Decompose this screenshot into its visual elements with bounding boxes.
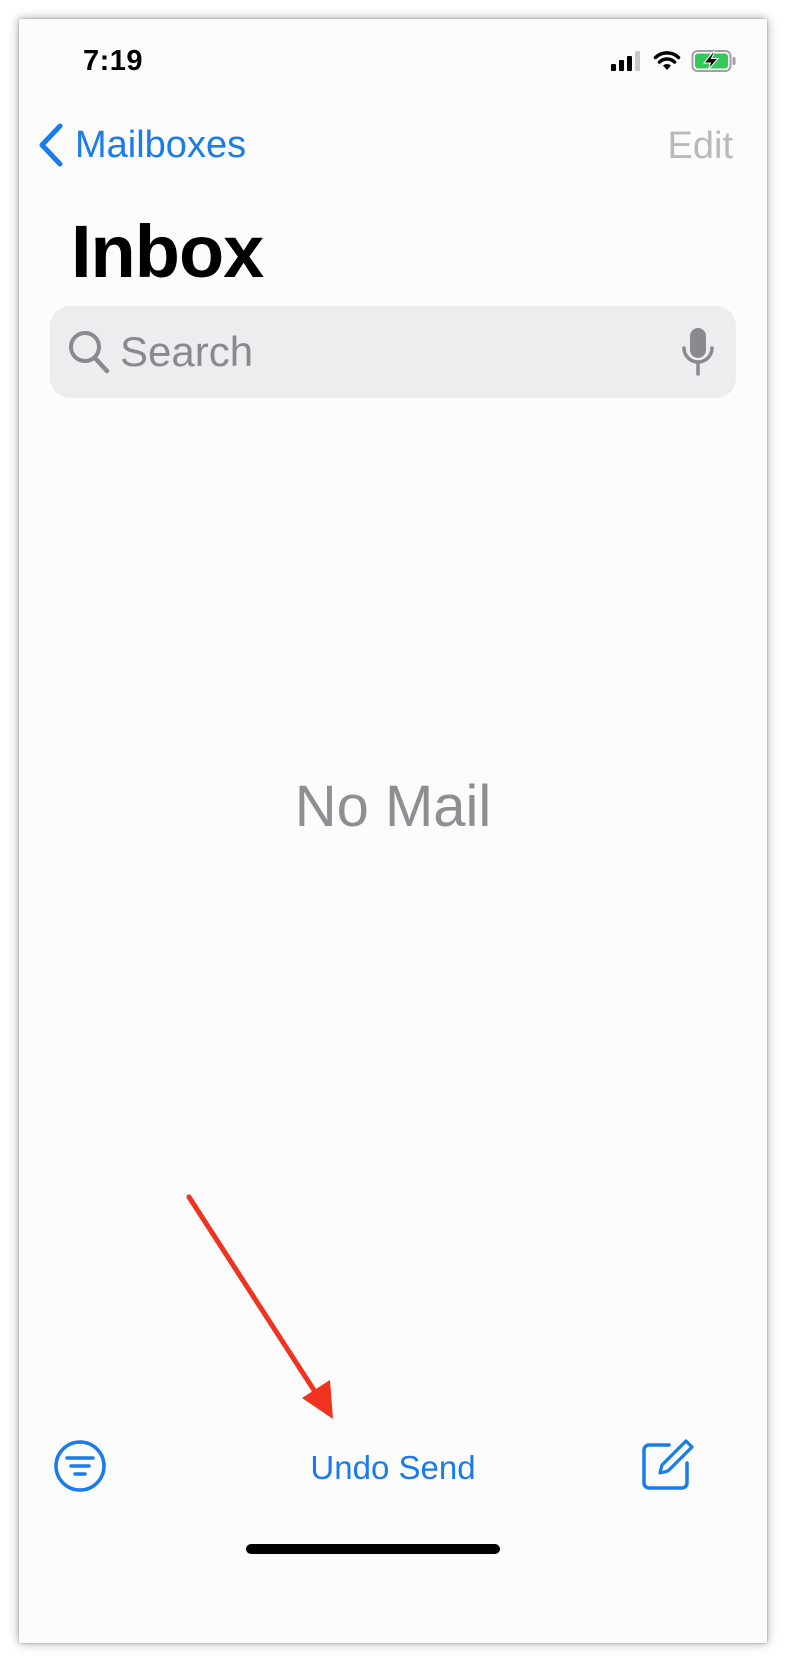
annotation-arrow (186, 1194, 333, 1419)
battery-charging-icon (691, 50, 736, 72)
chevron-left-icon (39, 123, 63, 167)
compose-icon[interactable] (639, 1437, 695, 1493)
empty-state-message: No Mail (294, 774, 492, 839)
search-input[interactable] (120, 328, 640, 376)
home-indicator[interactable] (246, 1544, 500, 1554)
page-title: Inbox (71, 210, 264, 293)
status-icons (611, 49, 737, 73)
search-bar[interactable] (50, 306, 736, 398)
cellular-signal-icon (611, 51, 640, 71)
wifi-icon (653, 51, 681, 70)
search-icon (69, 331, 110, 374)
phone-screen: 7:19 Mailboxes Edit Inbox Search No Mail… (19, 19, 767, 1643)
undo-send-button[interactable]: Undo Send (310, 1449, 475, 1486)
back-to-mailboxes-button[interactable]: Mailboxes (37, 123, 246, 167)
status-time: 7:19 (83, 45, 144, 77)
microphone-icon[interactable] (680, 326, 716, 378)
back-button-label: Mailboxes (75, 123, 247, 166)
edit-button[interactable]: Edit (668, 125, 733, 168)
